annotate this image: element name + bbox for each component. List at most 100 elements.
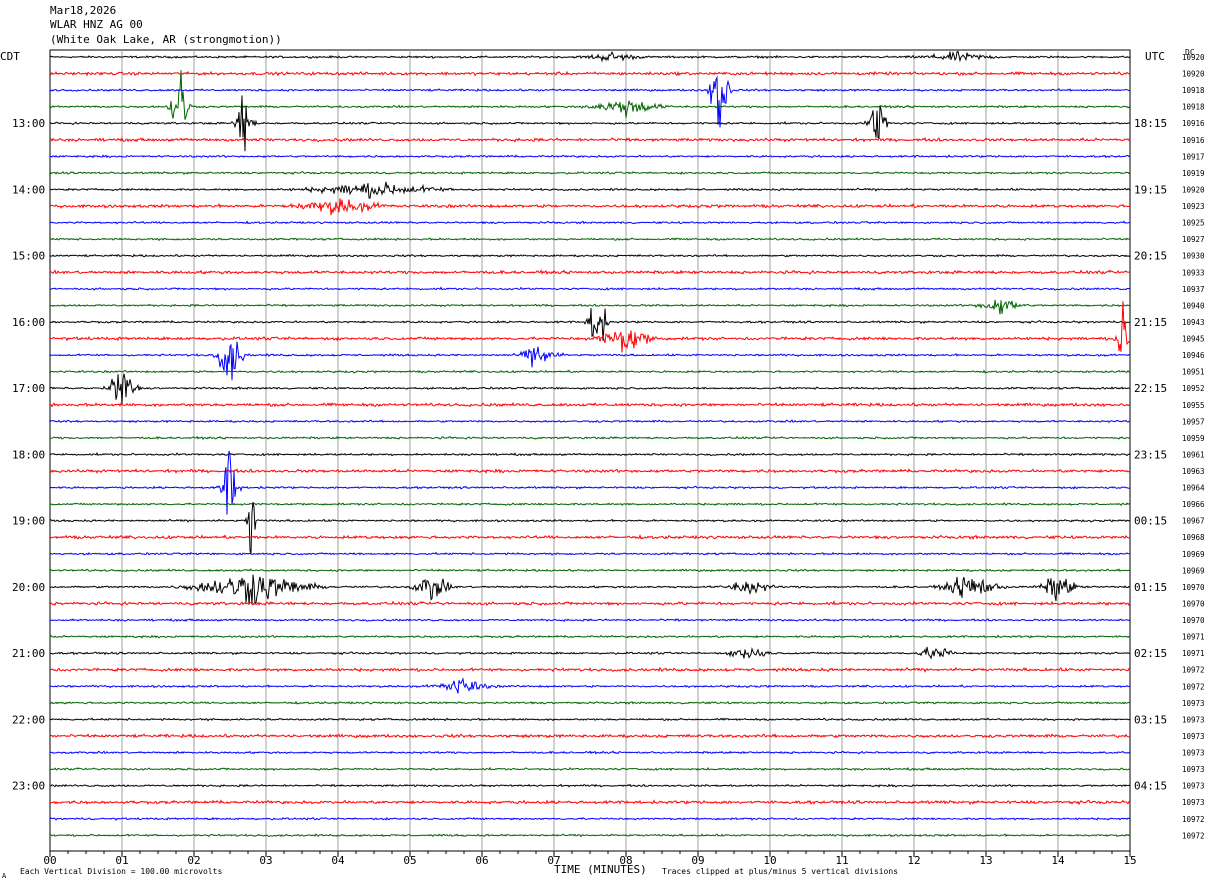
plot-frame <box>49 49 1131 852</box>
trace-line <box>49 717 1131 722</box>
trace-line <box>49 301 1131 353</box>
dc-offset-label: 10972 <box>1182 815 1205 824</box>
right-time-label: 02:15 <box>1134 647 1167 660</box>
dc-offset-label: 10964 <box>1182 484 1205 493</box>
dc-offset-label: 10955 <box>1182 401 1205 410</box>
dc-offset-label: 10969 <box>1182 550 1205 559</box>
trace-line <box>49 286 1131 291</box>
left-time-label: 14:00 <box>12 183 45 196</box>
trace-line <box>49 634 1131 639</box>
dc-offset-label: 10933 <box>1182 268 1205 277</box>
trace-line <box>49 435 1131 440</box>
right-time-label: 18:15 <box>1134 117 1167 130</box>
dc-offset-label: 10970 <box>1182 599 1205 608</box>
x-tick-label: 14 <box>1051 854 1065 867</box>
right-timezone-label: UTC <box>1145 50 1165 63</box>
dc-offset-label: 10970 <box>1182 616 1205 625</box>
dc-offset-label: 10916 <box>1182 119 1205 128</box>
trace-line <box>49 70 1131 77</box>
dc-offset-label: 10952 <box>1182 384 1205 393</box>
right-time-label: 01:15 <box>1134 581 1167 594</box>
traces <box>49 50 1131 838</box>
trace-line <box>49 468 1131 474</box>
left-time-label: 18:00 <box>12 448 45 461</box>
right-time-label: 23:15 <box>1134 448 1167 461</box>
trace-line <box>49 198 1131 216</box>
x-tick-label: 03 <box>259 854 272 867</box>
trace-line <box>49 299 1131 315</box>
trace-line <box>49 75 1131 128</box>
left-time-label: 16:00 <box>12 316 45 329</box>
dc-offset-label: 10937 <box>1182 285 1205 294</box>
left-time-label: 22:00 <box>12 713 45 726</box>
dc-offset-label: 10951 <box>1182 368 1205 377</box>
dc-offset-label: 10916 <box>1182 136 1205 145</box>
dc-offset-label: 10930 <box>1182 252 1205 261</box>
trace-line <box>49 181 1131 199</box>
trace-line <box>49 171 1131 176</box>
left-time-label: 21:00 <box>12 647 45 660</box>
trace-line <box>49 253 1131 258</box>
dc-offset-label: 10970 <box>1182 583 1205 592</box>
dc-offset-label: 10920 <box>1182 70 1205 79</box>
trace-line <box>49 369 1131 374</box>
trace-line <box>49 341 1131 381</box>
trace-line <box>49 450 1131 515</box>
vertical-division-note: Each Vertical Division = 100.00 microvol… <box>20 867 223 876</box>
x-tick-label: 09 <box>691 854 704 867</box>
dc-offset-label: 10920 <box>1182 185 1205 194</box>
x-tick-label: 15 <box>1123 854 1136 867</box>
trace-line <box>49 502 1131 507</box>
dc-offset-label: 10943 <box>1182 318 1205 327</box>
dc-offset-label: 10961 <box>1182 450 1205 459</box>
trace-line <box>49 95 1131 152</box>
trace-line <box>49 269 1130 276</box>
left-time-label: 20:00 <box>12 581 45 594</box>
right-time-label: 19:15 <box>1134 183 1167 196</box>
trace-line <box>49 401 1131 408</box>
trace-line <box>50 750 1131 755</box>
right-time-label: 00:15 <box>1134 515 1167 528</box>
dc-offset-label: 10927 <box>1182 235 1205 244</box>
x-axis-title: TIME (MINUTES) <box>554 863 647 876</box>
dc-offset-label: 10973 <box>1182 715 1205 724</box>
dc-offset-label: 10923 <box>1182 202 1205 211</box>
dc-offset-label: 10971 <box>1182 649 1205 658</box>
dc-offset-label: 10966 <box>1182 500 1205 509</box>
x-tick-label: 04 <box>331 854 345 867</box>
trace-line <box>49 666 1131 673</box>
trace-line <box>49 766 1131 772</box>
dc-offset-label: 10940 <box>1182 301 1205 310</box>
x-tick-label: 10 <box>763 854 776 867</box>
left-time-label: 15:00 <box>12 250 45 263</box>
dc-offset-label: 10963 <box>1182 467 1205 476</box>
right-time-label: 03:15 <box>1134 713 1167 726</box>
right-time-label: 04:15 <box>1134 780 1167 793</box>
trace-line <box>49 799 1131 806</box>
trace-line <box>49 551 1130 556</box>
left-time-label: 17:00 <box>12 382 45 395</box>
left-timezone-label: CDT <box>0 50 20 63</box>
trace-line <box>49 70 1131 120</box>
x-tick-label: 00 <box>43 854 56 867</box>
trace-line <box>49 574 1131 605</box>
dc-offset-label: 10918 <box>1182 86 1205 95</box>
dc-offset-label: 10971 <box>1182 633 1205 642</box>
dc-offset-label: 10973 <box>1182 782 1205 791</box>
dc-offset-label: 10972 <box>1182 831 1205 840</box>
right-time-label: 20:15 <box>1134 250 1167 263</box>
trace-line <box>49 568 1131 573</box>
dc-offset-label: 10917 <box>1182 152 1205 161</box>
dc-offset-label: 10973 <box>1182 749 1205 758</box>
trace-line <box>50 833 1131 838</box>
x-tick-label: 12 <box>907 854 920 867</box>
x-tick-label: 11 <box>835 854 848 867</box>
x-tick-label: 13 <box>979 854 992 867</box>
dc-offset-label: 10925 <box>1182 219 1205 228</box>
dc-offset-label: 10918 <box>1182 103 1205 112</box>
dc-offset-label: 10973 <box>1182 765 1205 774</box>
left-time-label: 19:00 <box>12 515 45 528</box>
x-tick-label: 05 <box>403 854 416 867</box>
clip-note: Traces clipped at plus/minus 5 vertical … <box>662 867 899 876</box>
dc-offset-label: 10972 <box>1182 666 1205 675</box>
